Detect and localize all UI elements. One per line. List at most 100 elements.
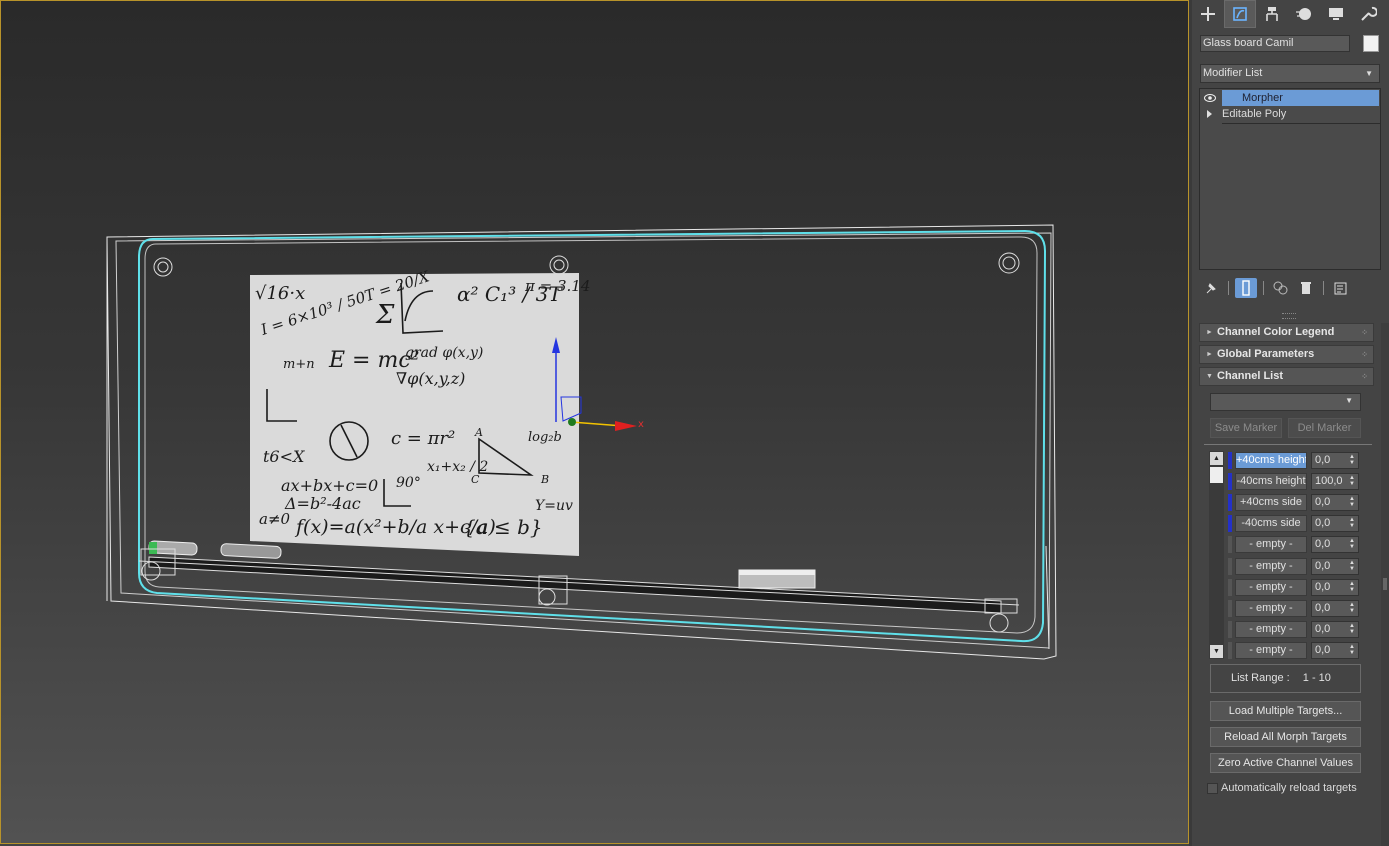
svg-text:grad φ(x,y): grad φ(x,y): [405, 345, 483, 361]
wrench-icon: [1361, 6, 1377, 21]
rollout-channel-color-legend[interactable]: ► Channel Color Legend ⁘: [1199, 323, 1374, 342]
perspective-viewport[interactable]: √16·x I = 6×10³ / 50T = 20/X Σ α² C₁³ / …: [0, 0, 1189, 844]
channel-name-button[interactable]: - empty -: [1235, 641, 1307, 659]
channel-value: 0,0: [1315, 538, 1331, 551]
spinner-arrows-icon[interactable]: ▲ ▼: [1349, 560, 1355, 573]
auto-reload-checkbox-row[interactable]: Automatically reload targets: [1207, 781, 1357, 795]
channel-status-bar: [1228, 515, 1232, 533]
stack-item-morpher[interactable]: Morpher: [1204, 90, 1379, 106]
modifier-list-dropdown[interactable]: Modifier List ▼: [1200, 64, 1380, 83]
spinner-arrows-icon[interactable]: ▲ ▼: [1349, 623, 1355, 636]
rollout-channel-list[interactable]: ▼ Channel List ⁘: [1199, 367, 1374, 386]
panel-scrollbar[interactable]: [1381, 323, 1389, 846]
spinner-arrows-icon[interactable]: ▲ ▼: [1349, 496, 1355, 509]
tab-hierarchy[interactable]: [1256, 0, 1288, 28]
channel-value-spinner[interactable]: 0,0 ▲ ▼: [1311, 641, 1359, 659]
channel-value-spinner[interactable]: 0,0 ▲ ▼: [1311, 557, 1359, 575]
channel-value-spinner[interactable]: 0,0 ▲ ▼: [1311, 578, 1359, 596]
spinner-arrows-icon[interactable]: ▲ ▼: [1349, 644, 1355, 657]
scene-canvas[interactable]: √16·x I = 6×10³ / 50T = 20/X Σ α² C₁³ / …: [1, 1, 1189, 844]
eye-icon[interactable]: [1204, 93, 1216, 103]
expand-triangle-icon[interactable]: [1207, 110, 1212, 118]
spinner-arrows-icon[interactable]: ▲ ▼: [1349, 538, 1355, 551]
channel-name-button[interactable]: - empty -: [1235, 557, 1307, 575]
channel-status-bar: [1228, 641, 1232, 659]
channel-name-button[interactable]: - empty -: [1235, 536, 1307, 554]
channel-value-spinner[interactable]: 0,0 ▲ ▼: [1311, 452, 1359, 469]
svg-text:C: C: [471, 473, 480, 486]
auto-reload-checkbox[interactable]: [1207, 783, 1218, 794]
save-marker-button[interactable]: Save Marker: [1210, 418, 1282, 438]
spinner-arrows-icon[interactable]: ▲ ▼: [1349, 475, 1355, 488]
channel-name-button[interactable]: +40cms side: [1235, 494, 1307, 512]
tab-utilities[interactable]: [1352, 0, 1384, 28]
channel-value: 0,0: [1315, 580, 1331, 593]
section-divider: [1204, 444, 1372, 445]
panel-grip-handle[interactable]: [1282, 313, 1296, 319]
object-color-swatch[interactable]: [1363, 35, 1379, 52]
channel-status-bar: [1228, 557, 1232, 575]
plus-icon: [1201, 7, 1215, 21]
toolbar-divider: [1263, 281, 1264, 295]
stack-toolbar: [1200, 277, 1380, 299]
object-name-field[interactable]: Glass board Camil: [1200, 35, 1350, 52]
chevron-down-icon: ▼: [1345, 396, 1353, 405]
spinner-arrows-icon[interactable]: ▲ ▼: [1349, 517, 1355, 530]
collapsed-triangle-icon: ►: [1206, 329, 1213, 336]
stack-item-editable-poly[interactable]: Editable Poly: [1200, 106, 1380, 123]
scroll-up-icon[interactable]: ▲: [1210, 452, 1223, 465]
channel-value-spinner[interactable]: 0,0 ▲ ▼: [1311, 515, 1359, 533]
spinner-arrows-icon[interactable]: ▲ ▼: [1349, 581, 1355, 594]
spinner-arrows-icon[interactable]: ▲ ▼: [1349, 454, 1355, 467]
tab-create[interactable]: [1192, 0, 1224, 28]
pin-stack-button[interactable]: [1200, 278, 1222, 298]
remove-modifier-button[interactable]: [1295, 278, 1317, 298]
tab-modify[interactable]: [1224, 0, 1256, 28]
channel-name-button[interactable]: -40cms height: [1235, 473, 1307, 491]
marker-dropdown[interactable]: ▼: [1210, 393, 1361, 411]
svg-text:Y=uv: Y=uv: [535, 498, 573, 514]
rollout-global-parameters[interactable]: ► Global Parameters ⁘: [1199, 345, 1374, 364]
tab-display[interactable]: [1320, 0, 1352, 28]
svg-text:a≠0: a≠0: [259, 510, 291, 528]
channel-value-spinner[interactable]: 0,0 ▲ ▼: [1311, 599, 1359, 617]
rollout-grip-icon: ⁘: [1361, 372, 1368, 381]
list-range-value: 1 - 10: [1302, 672, 1331, 684]
trash-icon: [1301, 282, 1311, 294]
make-unique-button[interactable]: [1270, 278, 1292, 298]
svg-text:Δ=b²-4ac: Δ=b²-4ac: [284, 494, 361, 513]
chevron-down-icon: ▼: [1365, 69, 1373, 78]
panel-scroll-thumb[interactable]: [1383, 578, 1387, 590]
command-panel-tabs: [1192, 0, 1384, 28]
configure-modifier-sets-button[interactable]: [1330, 278, 1352, 298]
load-multiple-targets-button[interactable]: Load Multiple Targets...: [1210, 701, 1361, 721]
rollout-title: Channel Color Legend: [1217, 326, 1335, 338]
channel-value-spinner[interactable]: 0,0 ▲ ▼: [1311, 620, 1359, 638]
channel-name-button[interactable]: +40cms height: [1235, 452, 1307, 469]
list-range-box: List Range : 1 - 10: [1210, 664, 1361, 693]
show-end-result-button[interactable]: [1235, 278, 1257, 298]
scroll-down-icon[interactable]: ▼: [1210, 645, 1223, 658]
stack-item-label: Morpher: [1242, 92, 1283, 104]
modifier-stack[interactable]: Morpher Editable Poly: [1199, 88, 1381, 270]
channel-scrollbar[interactable]: ▲ ▼: [1209, 451, 1224, 659]
channel-value-spinner[interactable]: 100,0 ▲ ▼: [1311, 473, 1359, 491]
tab-motion[interactable]: [1288, 0, 1320, 28]
channel-name-button[interactable]: - empty -: [1235, 599, 1307, 617]
toolbar-divider: [1228, 281, 1229, 295]
del-marker-button[interactable]: Del Marker: [1288, 418, 1361, 438]
svg-text:√16·x: √16·x: [255, 283, 305, 304]
channel-name-button[interactable]: -40cms side: [1235, 515, 1307, 533]
channel-value-spinner[interactable]: 0,0 ▲ ▼: [1311, 494, 1359, 512]
spinner-arrows-icon[interactable]: ▲ ▼: [1349, 602, 1355, 615]
channel-name-button[interactable]: - empty -: [1235, 620, 1307, 638]
zero-active-channel-values-button[interactable]: Zero Active Channel Values: [1210, 753, 1361, 773]
toolbar-divider: [1323, 281, 1324, 295]
channel-value-spinner[interactable]: 0,0 ▲ ▼: [1311, 536, 1359, 554]
reload-all-morph-targets-button[interactable]: Reload All Morph Targets: [1210, 727, 1361, 747]
channel-status-bar: [1228, 494, 1232, 512]
scroll-thumb[interactable]: [1210, 467, 1223, 483]
channel-name-button[interactable]: - empty -: [1235, 578, 1307, 596]
standoff-bolt-top-left: [153, 257, 173, 277]
channel-value: 0,0: [1315, 496, 1331, 509]
